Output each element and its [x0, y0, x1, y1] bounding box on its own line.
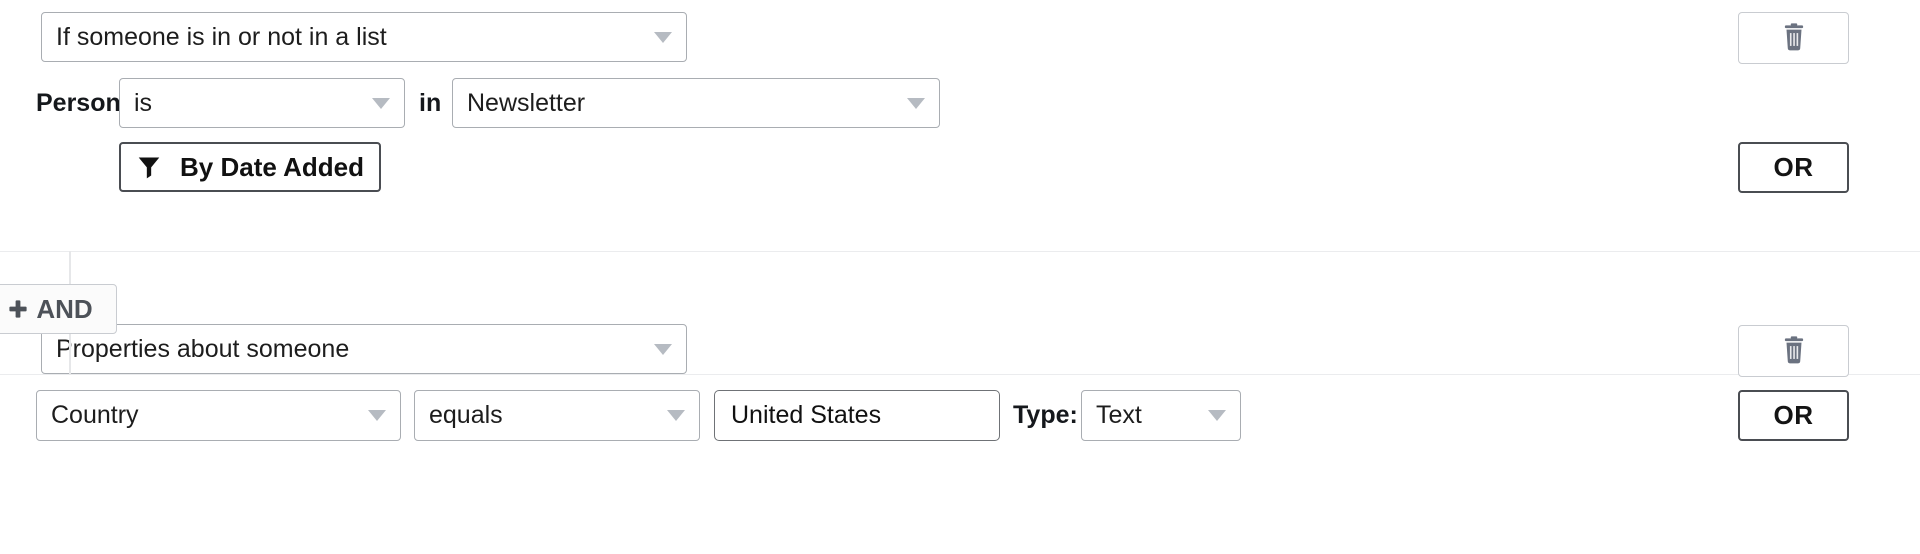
chevron-down-icon	[1208, 410, 1226, 421]
add-and-group-button[interactable]: AND	[0, 284, 117, 334]
property-select-group-2[interactable]: Country	[36, 390, 401, 441]
and-label: AND	[36, 293, 93, 324]
operator-value-group-2: equals	[429, 401, 503, 429]
subject-label-text: Person	[36, 88, 121, 117]
or-button-group-1[interactable]: OR	[1738, 142, 1849, 193]
condition-type-value-group-1: If someone is in or not in a list	[56, 22, 387, 51]
chevron-down-icon	[372, 97, 390, 109]
condition-type-select-group-2[interactable]: Properties about someone	[41, 324, 687, 374]
segment-condition-builder: If someone is in or not in a list Person…	[0, 0, 1920, 554]
value-input-text: United States	[731, 401, 882, 429]
group-divider-top	[0, 251, 1920, 252]
value-input-group-2[interactable]: United States	[714, 390, 1000, 441]
funnel-icon	[138, 157, 160, 179]
chevron-down-icon	[654, 343, 672, 355]
chevron-down-icon	[654, 31, 672, 43]
chevron-down-icon	[907, 97, 925, 109]
or-button-group-2[interactable]: OR	[1738, 390, 1849, 441]
group-divider-bottom	[0, 374, 1920, 375]
type-value-group-2: Text	[1096, 401, 1142, 429]
chevron-down-icon	[667, 410, 685, 421]
or-label-group-1: OR	[1773, 152, 1814, 182]
property-value-group-2: Country	[51, 401, 139, 429]
delete-condition-button-group-1[interactable]	[1738, 12, 1849, 64]
plus-icon	[9, 300, 27, 318]
condition-type-value-group-2: Properties about someone	[56, 334, 350, 363]
preposition-label-text: in	[419, 88, 442, 117]
operator-select-group-1[interactable]: is	[119, 78, 405, 128]
trash-icon	[1784, 23, 1803, 51]
operator-select-group-2[interactable]: equals	[414, 390, 700, 441]
type-label-group-2: Type:	[1013, 390, 1083, 441]
or-label-group-2: OR	[1773, 400, 1814, 430]
list-select-group-1[interactable]: Newsletter	[452, 78, 940, 128]
type-label-text: Type:	[1013, 401, 1078, 429]
delete-condition-button-group-2[interactable]	[1738, 325, 1849, 377]
by-date-added-button[interactable]: By Date Added	[119, 142, 381, 192]
type-select-group-2[interactable]: Text	[1081, 390, 1241, 441]
trash-icon	[1784, 336, 1803, 364]
chevron-down-icon	[368, 410, 386, 421]
condition-type-select-group-1[interactable]: If someone is in or not in a list	[41, 12, 687, 62]
list-value-group-1: Newsletter	[467, 88, 586, 117]
subject-label-group-1: Person	[36, 78, 121, 128]
by-date-added-label: By Date Added	[180, 151, 364, 182]
preposition-label-group-1: in	[419, 78, 449, 128]
operator-value-group-1: is	[134, 88, 153, 117]
